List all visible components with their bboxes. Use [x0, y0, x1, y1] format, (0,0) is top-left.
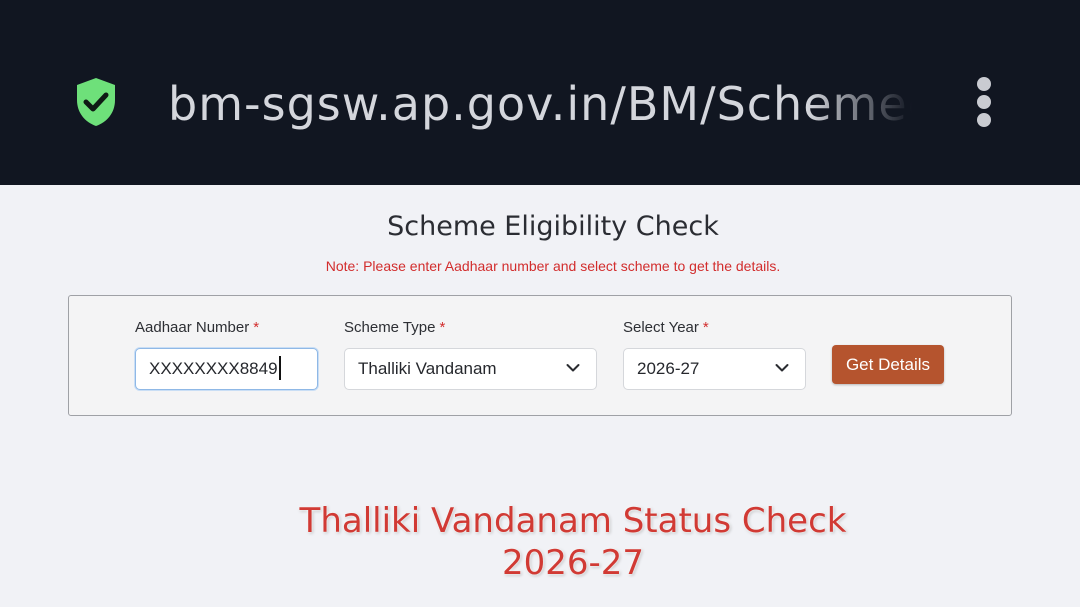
- aadhaar-value: XXXXXXXX8849: [149, 359, 278, 378]
- required-mark: *: [253, 319, 260, 336]
- vertical-dots-icon[interactable]: [970, 74, 998, 130]
- shield-check-icon[interactable]: [74, 76, 118, 128]
- aadhaar-label: Aadhaar Number *: [135, 319, 260, 336]
- menu-dot: [977, 95, 991, 109]
- year-label: Select Year *: [623, 319, 709, 336]
- address-bar[interactable]: bm-sgsw.ap.gov.in/BM/Schemeel: [168, 72, 912, 136]
- required-mark: *: [702, 319, 709, 336]
- year-select[interactable]: 2026-27: [623, 348, 806, 390]
- scheme-type-label: Scheme Type *: [344, 319, 446, 336]
- year-value: 2026-27: [637, 359, 700, 378]
- get-details-button[interactable]: Get Details: [832, 345, 944, 384]
- status-check-caption: Thalliki Vandanam Status Check 2026-27: [0, 500, 1080, 584]
- menu-dot: [977, 77, 991, 91]
- chevron-down-icon: [775, 364, 789, 372]
- text-caret: [278, 355, 281, 380]
- scheme-type-select[interactable]: Thalliki Vandanam: [344, 348, 597, 390]
- caption-line-2: 2026-27: [501, 543, 645, 583]
- page-title: Scheme Eligibility Check: [387, 211, 719, 242]
- caption-line-1: Thalliki Vandanam Status Check: [299, 501, 847, 541]
- menu-dot: [977, 113, 991, 127]
- scheme-type-value: Thalliki Vandanam: [358, 359, 497, 378]
- browser-toolbar: bm-sgsw.ap.gov.in/BM/Schemeel: [0, 0, 1080, 185]
- required-mark: *: [439, 319, 446, 336]
- form-note: Note: Please enter Aadhaar number and se…: [325, 258, 781, 274]
- aadhaar-input[interactable]: XXXXXXXX8849: [135, 348, 318, 390]
- chevron-down-icon: [566, 364, 580, 372]
